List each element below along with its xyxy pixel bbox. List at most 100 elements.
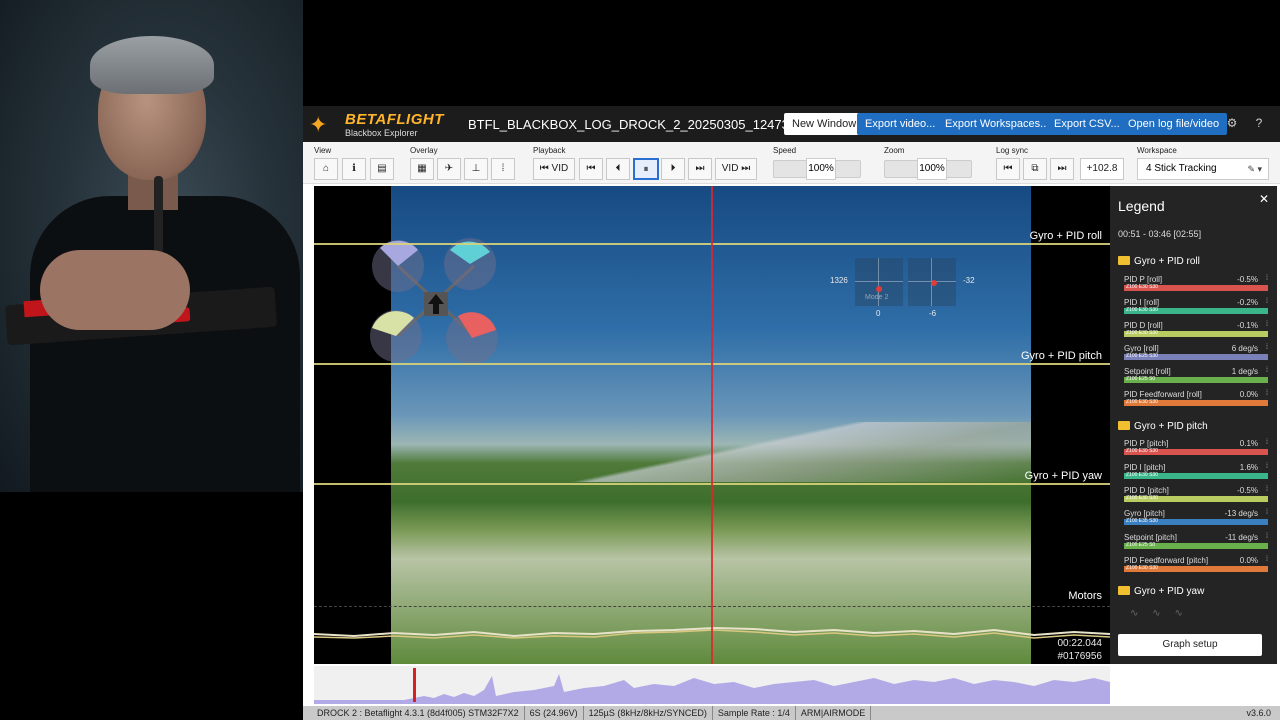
legend-item[interactable]: PID Feedforward [pitch] 0.0% ⁞ Z100 E30 S30 [1124,556,1268,579]
status-battery: 6S (24.96V) [525,706,584,720]
legend-item[interactable]: PID I [pitch] 1.6% ⁞ Z100 E30 S30 [1124,463,1268,486]
status-firmware: DROCK 2 : Betaflight 4.3.1 (8d4f005) STM… [303,706,525,720]
craft-icon[interactable]: ✈ [437,158,461,180]
zoom-value[interactable]: 100% [917,158,947,180]
legend-item[interactable]: Gyro [pitch] -13 deg/s ⁞ Z100 E35 S30 [1124,509,1268,532]
presenter-body [30,196,300,492]
right-stick-display [908,258,956,306]
legend-panel: Legend ✕ 00:51 - 03:46 [02:55] Gyro + PI… [1110,186,1277,664]
graph-label-motors: Motors [1068,590,1102,602]
sync-forward-icon[interactable]: ⏭ [1050,158,1074,180]
film-icon[interactable]: ▦ [410,158,434,180]
export-video-button[interactable]: Export video... [857,113,944,135]
folder-icon [1118,586,1130,595]
analyser-icon: ⁞ [1266,367,1268,374]
sync-back-icon[interactable]: ⏮ [996,158,1020,180]
legend-item[interactable]: PID I [roll] -0.2% ⁞ Z100 E30 S30 [1124,298,1268,321]
stick-left-y: 0 [876,309,881,318]
stick-right-x: -32 [963,276,975,285]
export-workspaces-button[interactable]: Export Workspaces... [937,113,1058,135]
folder-icon [1118,421,1130,430]
log-filename: BTFL_BLACKBOX_LOG_DROCK_2_20250305_12473… [468,117,784,132]
presenter-hand [40,250,190,330]
graph-canvas[interactable]: 1326 -32 0 -6 Mode 2 Gyro + PID roll Gyr… [314,186,1110,664]
top-bar: ✦ BETAFLIGHT Blackbox Explorer BTFL_BLAC… [303,106,1280,142]
close-icon[interactable]: ✕ [1259,192,1269,206]
analyser-icon: ⁞ [1266,298,1268,305]
graph-label-roll: Gyro + PID roll [1029,230,1102,242]
status-bar: DROCK 2 : Betaflight 4.3.1 (8d4f005) STM… [303,706,1280,720]
time-readout: 00:22.044 [1057,638,1103,649]
stick-left-x: 1326 [830,276,848,285]
speed-value[interactable]: 100% [806,158,836,180]
open-log-button[interactable]: Open log file/video [1120,113,1228,135]
presenter-webcam [0,0,303,492]
table-icon[interactable]: ▤ [370,158,394,180]
jump-start-icon[interactable]: ⏮ [579,158,603,180]
status-flags: ARM|AIRMODE [796,706,872,720]
legend-group-pitch[interactable]: Gyro + PID pitch [1118,421,1208,432]
legend-item[interactable]: Setpoint [pitch] -11 deg/s ⁞ Z100 E25 S0 [1124,533,1268,556]
legend-range: 00:51 - 03:46 [02:55] [1118,229,1202,239]
screen: ✦ BETAFLIGHT Blackbox Explorer BTFL_BLAC… [0,0,1280,720]
version-label: v3.6.0 [1246,708,1271,718]
sync-offset-field[interactable]: +102.8 [1080,158,1124,180]
new-window-button[interactable]: New Window [784,113,865,135]
legend-title: Legend [1118,198,1165,214]
graph-label-pitch: Gyro + PID pitch [1020,350,1102,362]
timeline-cursor[interactable] [413,668,416,702]
blackbox-explorer-window: ✦ BETAFLIGHT Blackbox Explorer BTFL_BLAC… [303,106,1280,720]
folder-icon [1118,256,1130,265]
timeline-graph [314,674,1110,704]
legend-group-yaw[interactable]: Gyro + PID yaw [1118,586,1204,597]
legend-item[interactable]: PID P [roll] -0.5% ⁞ Z100 E30 S30 [1124,275,1268,298]
sync-align-icon[interactable]: ⧉ [1023,158,1047,180]
analyser-icon: ⁞ [1266,486,1268,493]
jump-end-icon[interactable]: ⏭ [688,158,712,180]
help-icon[interactable]: ? [1252,116,1266,130]
home-icon[interactable]: ⌂ [314,158,338,180]
stick-right-y: -6 [929,309,937,318]
playback-cursor[interactable] [711,186,713,664]
log-overview-timeline[interactable] [314,666,1110,704]
analyser-icon[interactable]: ⁞ [491,158,515,180]
export-csv-button[interactable]: Export CSV... [1046,113,1128,135]
analyser-icon: ⁞ [1266,533,1268,540]
analyser-icon: ⁞ [1266,509,1268,516]
pause-icon[interactable]: ⏸ [633,158,659,180]
legend-item[interactable]: PID Feedforward [roll] 0.0% ⁞ Z100 E30 S30 [1124,390,1268,413]
info-icon[interactable]: ℹ [342,158,366,180]
bee-icon: ✦ [309,112,328,137]
graph-setup-button[interactable]: Graph setup [1118,634,1262,656]
craft-overlay [370,238,498,364]
step-back-icon[interactable]: ⏴ [606,158,630,180]
legend-item[interactable]: PID D [roll] -0.1% ⁞ Z100 E30 S30 [1124,321,1268,344]
gear-icon[interactable]: ⚙ [1225,116,1239,130]
yaw-preview-icons: ∿ ∿ ∿ [1130,608,1183,619]
graph-label-yaw: Gyro + PID yaw [1024,470,1102,482]
stick-mode-label: Mode 2 [865,294,889,301]
analyser-icon: ⁞ [1266,556,1268,563]
sticks-icon[interactable]: ⊥ [464,158,488,180]
analyser-icon: ⁞ [1266,439,1268,446]
frame-readout: #0176956 [1057,651,1103,662]
legend-item[interactable]: Gyro [roll] 6 deg/s ⁞ Z100 E25 S30 [1124,344,1268,367]
video-back-button[interactable]: ⏮ VID [533,158,575,180]
toolbar: View ⌂ ℹ ▤ Overlay ▦ ✈ ⊥ ⁞ Playback ⏮ VI… [303,142,1280,184]
status-looptime: 125µS (8kHz/8kHz/SYNCED) [584,706,713,720]
edit-icon[interactable]: ✎ ▾ [1247,159,1262,179]
workspace-select[interactable]: 4 Stick Tracking ✎ ▾ [1137,158,1269,180]
status-sample-rate: Sample Rate : 1/4 [713,706,796,720]
legend-item[interactable]: PID D [pitch] -0.5% ⁞ Z100 E30 S30 [1124,486,1268,509]
analyser-icon: ⁞ [1266,275,1268,282]
analyser-icon: ⁞ [1266,344,1268,351]
legend-group-roll[interactable]: Gyro + PID roll [1118,256,1200,267]
betaflight-logo: ✦ BETAFLIGHT Blackbox Explorer [309,111,444,138]
step-forward-icon[interactable]: ⏵ [661,158,685,180]
video-forward-button[interactable]: VID ⏭ [715,158,757,180]
analyser-icon: ⁞ [1266,463,1268,470]
legend-item[interactable]: PID P [pitch] 0.1% ⁞ Z100 E30 S30 [1124,439,1268,462]
analyser-icon: ⁞ [1266,321,1268,328]
legend-item[interactable]: Setpoint [roll] 1 deg/s ⁞ Z100 E25 S0 [1124,367,1268,390]
analyser-icon: ⁞ [1266,390,1268,397]
